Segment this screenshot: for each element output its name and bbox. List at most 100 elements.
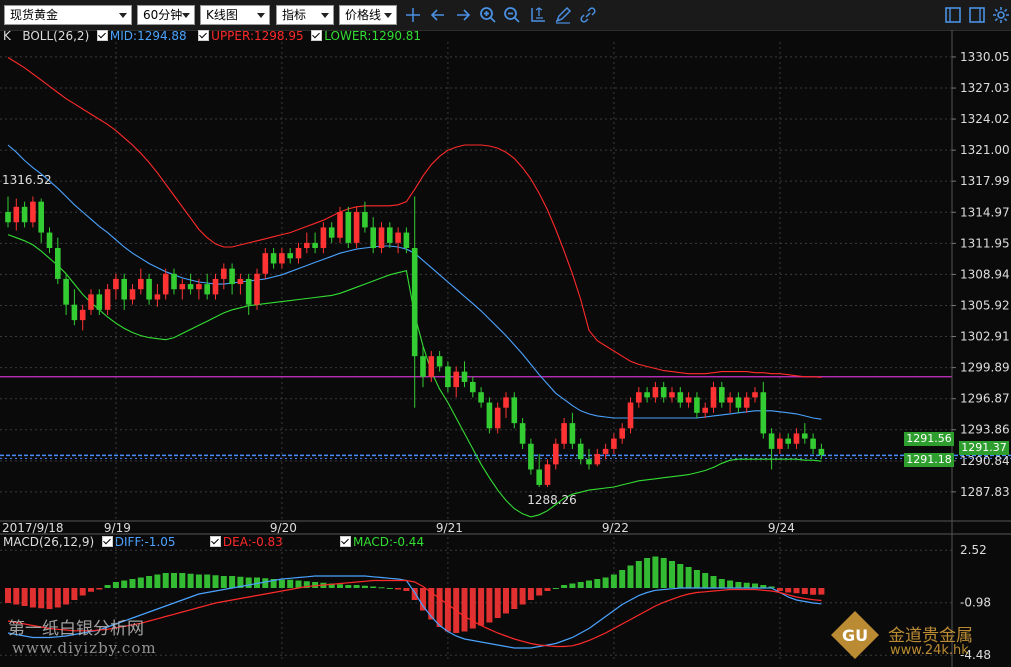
- date-tick-label: 9/22: [602, 521, 629, 535]
- candle-body: [793, 433, 800, 444]
- upper-toggle-checkbox[interactable]: [198, 30, 210, 41]
- macd-histogram-bar: [403, 588, 410, 591]
- candle-body: [702, 407, 708, 413]
- crosshair-icon[interactable]: [404, 6, 422, 24]
- price-tick-label: 1308.94: [960, 267, 1010, 281]
- candle-body: [154, 294, 161, 300]
- candle-body: [768, 433, 775, 449]
- macd-histogram-bar: [544, 588, 551, 591]
- trading-chart-window: 现货黄金 60分钟 K线图 指标 价格线 K BOLL(26,2) MID:12…: [0, 0, 1011, 667]
- price-tick-label: 1290.84: [960, 454, 1010, 468]
- macd-histogram-bar: [768, 586, 775, 588]
- macd-histogram-bar: [411, 588, 418, 600]
- link-icon[interactable]: [579, 6, 597, 24]
- macd-histogram-bar: [361, 585, 368, 588]
- macd-histogram-bar: [735, 582, 742, 588]
- macd-histogram-bar: [353, 585, 360, 588]
- macd-histogram-bar: [793, 588, 800, 594]
- candle-body: [370, 227, 376, 249]
- main-legend: K BOLL(26,2) MID:1294.88 UPPER:1298.95 L…: [3, 29, 421, 43]
- candle-body: [21, 206, 28, 223]
- candle-body: [561, 423, 567, 444]
- boll-upper-line: [7, 57, 822, 378]
- candle-body: [810, 438, 816, 449]
- chart-type-select[interactable]: K线图: [200, 5, 270, 25]
- candle-body: [63, 278, 69, 305]
- macd-histogram-bar: [519, 588, 526, 605]
- pen-icon[interactable]: [554, 6, 572, 24]
- indicator-value: 指标: [282, 8, 307, 22]
- macd-histogram-bar: [420, 588, 426, 611]
- candle-body: [113, 278, 119, 290]
- macd-toggle-checkbox[interactable]: [340, 536, 352, 547]
- macd-histogram-bar: [395, 588, 402, 590]
- mid-toggle-checkbox[interactable]: [96, 30, 108, 41]
- candle-body: [461, 371, 468, 382]
- candle-body: [735, 397, 742, 408]
- macd-histogram-bar: [337, 584, 343, 588]
- panel-split-icon[interactable]: [968, 6, 986, 24]
- candle-body: [270, 253, 277, 264]
- panel-single-icon[interactable]: [944, 6, 962, 24]
- macd-histogram-bar: [187, 573, 194, 588]
- macd-histogram-bar: [237, 576, 244, 588]
- candle-body: [287, 253, 293, 259]
- candle-body: [669, 392, 675, 398]
- macd-histogram-bar: [378, 587, 385, 589]
- candle-body: [478, 392, 484, 403]
- arrow-left-icon[interactable]: [429, 6, 447, 24]
- k-label: K: [3, 29, 11, 43]
- arrow-right-icon[interactable]: [454, 6, 472, 24]
- zoom-in-icon[interactable]: [479, 6, 497, 24]
- candle-body: [445, 366, 451, 388]
- macd-histogram-bar: [21, 588, 28, 606]
- last-price-tag: 1291.37: [959, 441, 1009, 455]
- candle-body: [818, 448, 825, 456]
- dea-toggle-checkbox[interactable]: [209, 536, 221, 547]
- macd-histogram-bar: [137, 577, 144, 588]
- macd-histogram-bar: [162, 573, 169, 588]
- zoom-out-icon[interactable]: [503, 6, 521, 24]
- price-line-select[interactable]: 价格线: [339, 5, 397, 25]
- price-tick-label: 1299.89: [960, 361, 1010, 375]
- settings-icon[interactable]: [992, 6, 1010, 24]
- chevron-down-icon: [384, 13, 392, 18]
- candle-body: [470, 381, 476, 393]
- candle-body: [196, 284, 202, 290]
- macd-histogram-bar: [370, 586, 377, 588]
- candle-body: [129, 289, 136, 300]
- macd-histogram-bar: [776, 588, 783, 591]
- macd-histogram-bar: [245, 577, 252, 588]
- macd-histogram-bar: [112, 582, 119, 588]
- watermark-left-url: www.diyizby.com: [12, 639, 157, 657]
- axis-scale-icon[interactable]: [529, 6, 547, 24]
- dea-value: DEA:-0.83: [222, 535, 283, 549]
- macd-histogram-bar: [13, 588, 20, 605]
- axes: 1330.05 1327.03 1324.02 1321.00 1317.99 1314.…: [0, 30, 1011, 667]
- price-chart: 1330.05 1327.03 1324.02 1321.00 1317.99 1314.…: [0, 30, 1011, 667]
- macd-histogram-bar: [635, 561, 642, 588]
- macd-histogram-bar: [303, 581, 310, 588]
- candle-body: [411, 248, 418, 357]
- date-tick-label: 9/21: [436, 521, 463, 535]
- period-select[interactable]: 60分钟: [137, 5, 195, 25]
- macd-histogram-bar: [494, 588, 501, 618]
- candle-body: [528, 443, 534, 470]
- price-tick-label: 1324.02: [960, 112, 1010, 126]
- candle-body: [38, 201, 44, 233]
- lower-toggle-checkbox[interactable]: [311, 30, 323, 41]
- macd-tick-label: -0.98: [960, 596, 991, 610]
- candle-body: [55, 248, 61, 279]
- macd-histogram-bar: [121, 580, 128, 588]
- candle-body: [295, 248, 302, 259]
- symbol-select[interactable]: 现货黄金: [4, 5, 132, 25]
- price-line-value: 价格线: [345, 8, 382, 22]
- macd-histogram-bar: [503, 588, 509, 614]
- indicator-select[interactable]: 指标: [276, 5, 334, 25]
- candle-body: [221, 268, 227, 279]
- candle-body: [519, 423, 526, 444]
- macd-histogram-bar: [552, 588, 559, 589]
- macd-histogram-bar: [710, 576, 717, 588]
- diff-toggle-checkbox[interactable]: [101, 536, 113, 547]
- boll-bands: [7, 57, 822, 518]
